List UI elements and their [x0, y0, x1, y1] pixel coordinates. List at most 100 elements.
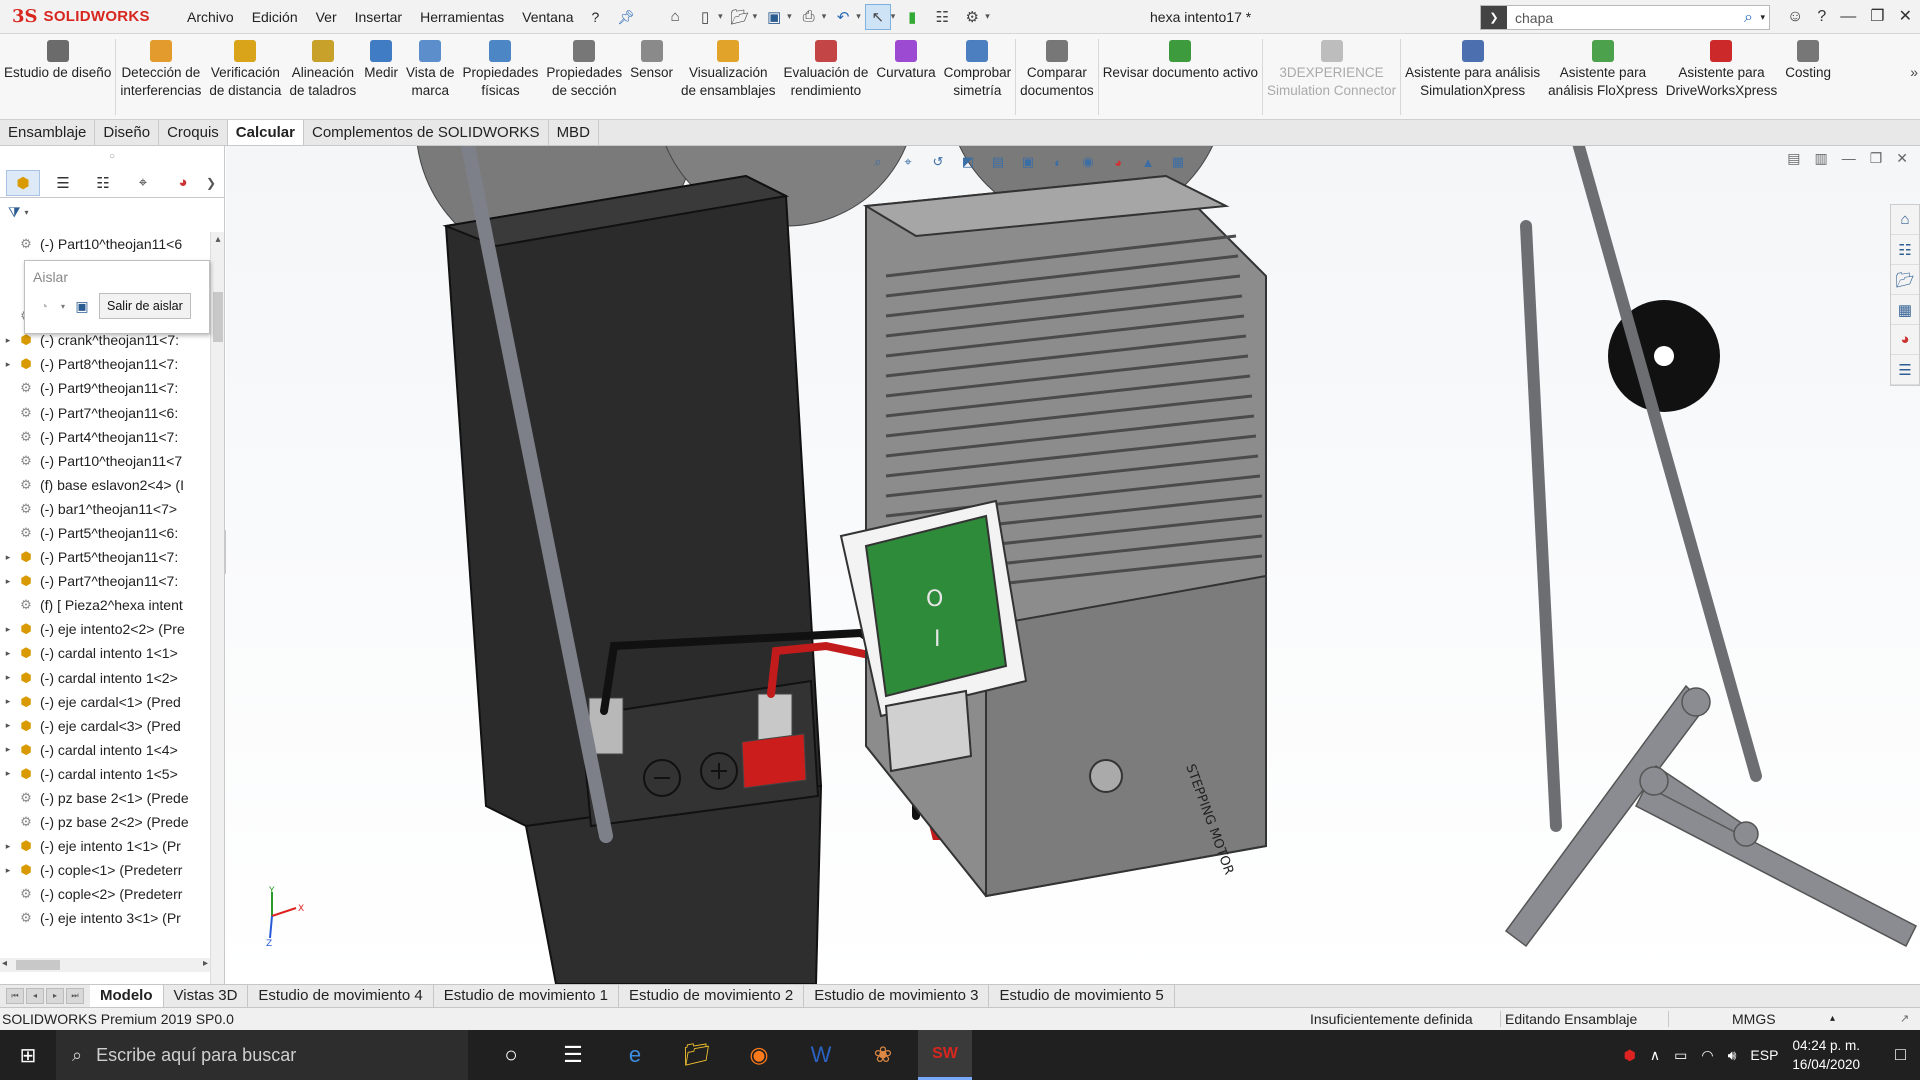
- section-view-icon[interactable]: ◩: [956, 150, 980, 174]
- word-icon[interactable]: W: [794, 1030, 848, 1080]
- notifications-icon[interactable]: □: [1895, 1044, 1906, 1065]
- scroll-left-icon[interactable]: ◂: [2, 958, 7, 969]
- tab-motion-study-2[interactable]: Estudio de movimiento 2: [619, 985, 805, 1007]
- open-folder-icon[interactable]: 📂︎: [727, 4, 753, 30]
- chevron-up-icon[interactable]: ▴: [1830, 1008, 1835, 1030]
- print-icon[interactable]: ⎙: [796, 4, 822, 30]
- ribbon-button-mass-properties[interactable]: Propiedades físicas: [459, 34, 543, 100]
- expand-arrow-icon[interactable]: ▸: [0, 768, 16, 779]
- firefox-icon[interactable]: ◉: [732, 1030, 786, 1080]
- ribbon-button-sensor[interactable]: Sensor: [626, 34, 677, 82]
- tab-complementos[interactable]: Complementos de SOLIDWORKS: [304, 120, 549, 145]
- scroll-right-icon[interactable]: ▸: [203, 958, 208, 969]
- display-manager-tab-icon[interactable]: ◕: [166, 170, 200, 196]
- language-indicator[interactable]: ESP: [1750, 1047, 1778, 1063]
- tab-calcular[interactable]: Calcular: [227, 120, 304, 145]
- restore-icon[interactable]: ❐: [1870, 0, 1884, 34]
- ribbon-button-curvature[interactable]: Curvatura: [872, 34, 939, 82]
- ribbon-button-check-active[interactable]: Revisar documento activo: [1099, 34, 1262, 82]
- options-gear-icon[interactable]: ⚙: [959, 4, 985, 30]
- edge-icon[interactable]: e: [608, 1030, 662, 1080]
- ribbon-button-section-properties[interactable]: Propiedades de sección: [542, 34, 626, 100]
- tree-node[interactable]: ⚙ (-) pz base 2<2> (Prede: [0, 810, 210, 834]
- antivirus-icon[interactable]: ⬢: [1624, 1047, 1636, 1064]
- tree-node[interactable]: ▸ ⬢ (-) eje intento 1<1> (Pr: [0, 834, 210, 858]
- tree-node[interactable]: ⚙ (-) Part9^theojan11<7:: [0, 376, 210, 400]
- search-box[interactable]: ❯ ⌕ ▾: [1480, 5, 1770, 30]
- file-explorer-icon[interactable]: 📁︎: [670, 1030, 724, 1080]
- tree-node[interactable]: ▸ ⬢ (-) Part7^theojan11<7:: [0, 569, 210, 593]
- select-pointer-icon[interactable]: ↖: [864, 3, 891, 30]
- next-tab-icon[interactable]: ▸: [46, 988, 64, 1004]
- ribbon-button-clearance[interactable]: Verificación de distancia: [205, 34, 285, 100]
- previous-view-icon[interactable]: ↺: [926, 150, 950, 174]
- tree-node[interactable]: ⚙ (-) Part4^theojan11<7:: [0, 425, 210, 449]
- menu-herramientas[interactable]: Herramientas: [411, 0, 513, 34]
- traffic-light-icon[interactable]: ▮: [899, 4, 925, 30]
- close-icon[interactable]: ✕: [1896, 150, 1908, 167]
- tree-node[interactable]: ▸ ⬢ (-) Part5^theojan11<7:: [0, 545, 210, 569]
- minimize-icon[interactable]: —: [1840, 0, 1856, 34]
- apply-scene-icon[interactable]: ▲: [1136, 150, 1160, 174]
- chevron-down-icon[interactable]: ▾: [985, 11, 990, 22]
- property-manager-tab-icon[interactable]: ☰: [46, 170, 80, 196]
- ribbon-button-performance[interactable]: Evaluación de rendimiento: [780, 34, 873, 100]
- tree-node[interactable]: ▸ ⬢ (-) eje intento2<2> (Pre: [0, 617, 210, 641]
- volume-icon[interactable]: 🔊︎: [1728, 1047, 1737, 1064]
- tree-horizontal-scrollbar[interactable]: ◂ ▸: [0, 958, 210, 972]
- taskbar-search[interactable]: ⌕ Escribe aquí para buscar: [56, 1030, 468, 1080]
- close-icon[interactable]: ✕: [1899, 0, 1912, 34]
- search-icon[interactable]: ⌕: [1736, 9, 1760, 27]
- tree-node[interactable]: ▸ ⬢ (-) eje cardal<1> (Pred: [0, 690, 210, 714]
- file-explorer-icon[interactable]: 📂︎: [1891, 265, 1919, 295]
- prev-tab-icon[interactable]: ◂: [26, 988, 44, 1004]
- tree-node[interactable]: ▸ ⬢ (-) cardal intento 1<2>: [0, 666, 210, 690]
- solidworks-taskbar-icon[interactable]: SW: [918, 1030, 972, 1080]
- tree-node[interactable]: ▸ ⬢ (-) cardal intento 1<4>: [0, 738, 210, 762]
- new-document-icon[interactable]: ▯: [692, 4, 718, 30]
- chevron-down-icon[interactable]: ▾: [787, 11, 792, 22]
- chevron-down-icon[interactable]: ▾: [856, 11, 861, 22]
- units-selector[interactable]: MMGS: [1732, 1008, 1776, 1030]
- minimize-icon[interactable]: —: [1842, 150, 1856, 167]
- configuration-manager-tab-icon[interactable]: ☷: [86, 170, 120, 196]
- chevron-down-icon[interactable]: ▾: [1760, 12, 1769, 23]
- undo-icon[interactable]: ↶: [830, 4, 856, 30]
- chevron-right-icon[interactable]: »: [1910, 64, 1918, 80]
- view-orientation-icon[interactable]: ▣: [1016, 150, 1040, 174]
- ribbon-button-hole-align[interactable]: Alineación de taladros: [285, 34, 360, 100]
- hide-show-items-icon[interactable]: ◉: [1076, 150, 1100, 174]
- tile-right-icon[interactable]: ▥: [1814, 150, 1827, 167]
- appearances-icon[interactable]: ◕: [1891, 325, 1919, 355]
- chevron-down-icon[interactable]: ▾: [25, 208, 29, 217]
- save-icon[interactable]: ▣: [71, 295, 93, 317]
- dynamic-annotation-icon[interactable]: ▤: [986, 150, 1010, 174]
- ribbon-button-interference[interactable]: Detección de interferencias: [116, 34, 205, 100]
- menu-archivo[interactable]: Archivo: [178, 0, 243, 34]
- expand-arrow-icon[interactable]: ▸: [0, 672, 16, 683]
- expand-arrow-icon[interactable]: ▸: [0, 576, 16, 587]
- tree-node[interactable]: ⚙ (-) Part10^theojan11<7: [0, 449, 210, 473]
- solidworks-logo[interactable]: 3S SOLIDWORKS: [0, 0, 160, 34]
- tree-node[interactable]: ⚙ (-) Part5^theojan11<6:: [0, 521, 210, 545]
- ribbon-button-floxpress[interactable]: Asistente para análisis FloXpress: [1544, 34, 1662, 100]
- exit-isolate-button[interactable]: Salir de aislar: [99, 293, 191, 319]
- menu-edicion[interactable]: Edición: [243, 0, 307, 34]
- chevron-down-icon[interactable]: ▾: [891, 11, 896, 22]
- ribbon-button-assembly-visualization[interactable]: Visualización de ensamblajes: [677, 34, 780, 100]
- windows-start-icon[interactable]: ⊞: [0, 1030, 56, 1080]
- ribbon-button-costing[interactable]: Costing: [1781, 34, 1835, 82]
- edit-appearance-icon[interactable]: ◕: [1106, 150, 1130, 174]
- expand-arrow-icon[interactable]: ▸: [0, 696, 16, 707]
- feature-manager-tab-icon[interactable]: ⬢: [6, 169, 40, 196]
- tree-node[interactable]: ⚙ (-) Part10^theojan11<6: [0, 232, 210, 256]
- cortana-icon[interactable]: ○: [484, 1030, 538, 1080]
- tree-node[interactable]: ⚙ (-) bar1^theojan11<7>: [0, 497, 210, 521]
- chevron-down-icon[interactable]: ▾: [61, 302, 65, 311]
- tab-vistas-3d[interactable]: Vistas 3D: [164, 985, 249, 1007]
- dimxpert-tab-icon[interactable]: ⌖: [126, 170, 160, 196]
- scroll-up-icon[interactable]: ▴: [211, 234, 225, 245]
- tree-node[interactable]: ⚙ (-) Part7^theojan11<6:: [0, 400, 210, 424]
- panel-grip[interactable]: ○: [0, 146, 224, 168]
- view-settings-icon[interactable]: ▦: [1166, 150, 1190, 174]
